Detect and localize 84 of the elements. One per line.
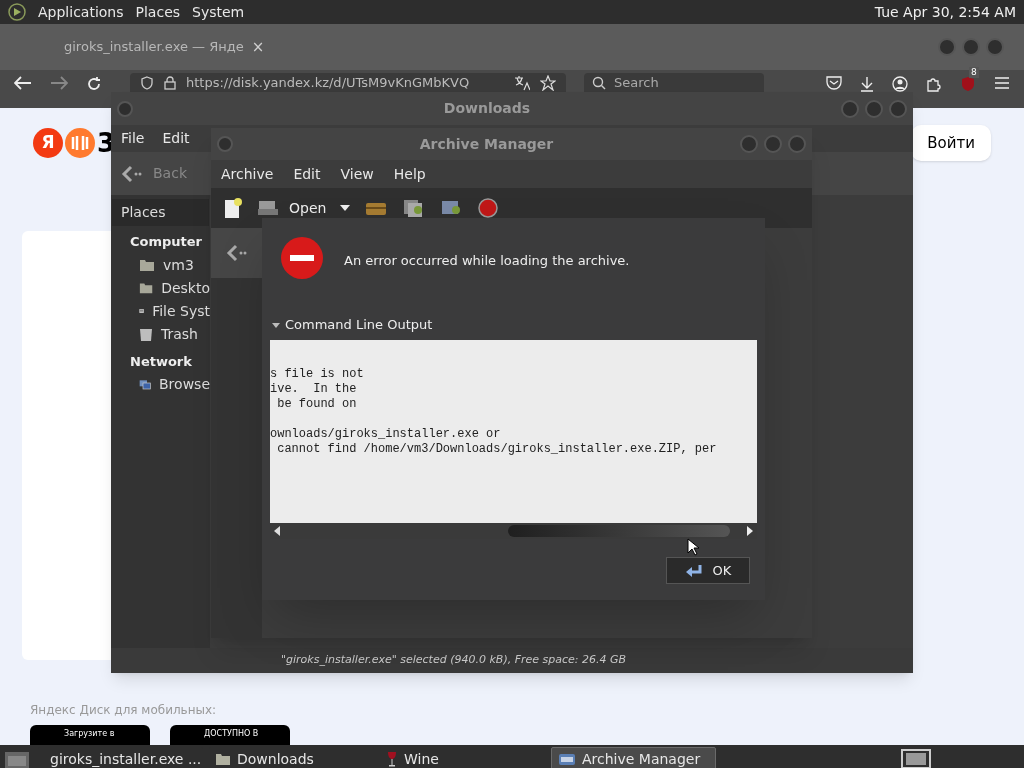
panel-menu[interactable]: Applications <box>38 1 124 23</box>
shield-icon <box>140 75 154 90</box>
reload-icon[interactable] <box>86 76 102 92</box>
menu-item[interactable]: Edit <box>162 128 190 149</box>
folder-icon[interactable] <box>257 199 279 217</box>
sidebar-section-title: Computer <box>129 233 204 251</box>
tab-close[interactable]: × <box>251 35 265 59</box>
window-title: Downloads <box>442 99 532 118</box>
back-arrow-icon[interactable] <box>121 164 143 183</box>
stop-icon[interactable] <box>478 198 499 218</box>
menu-item[interactable]: Archive <box>221 163 274 185</box>
mouse-pointer-icon <box>687 538 699 556</box>
sidebar-item[interactable]: File Syst <box>111 299 210 323</box>
clock[interactable]: Tue Apr 30, 2:54 AM <box>874 1 1016 23</box>
launcher-icon[interactable] <box>8 3 26 21</box>
new-document-icon[interactable] <box>223 197 243 219</box>
taskbar-label: giroks_installer.exe ... <box>50 749 202 768</box>
taskbar-button[interactable]: Archive Manager <box>551 747 716 768</box>
scroll-left-icon[interactable] <box>274 526 280 536</box>
menu-icon[interactable] <box>994 76 1010 90</box>
output-line: cannot find /home/vm3/Downloads/giroks_installer.exe.ZIP, per <box>276 442 718 457</box>
folder-icon <box>215 752 231 766</box>
store-badge[interactable]: ДОСТУПНО В <box>170 725 290 745</box>
sidebar-item[interactable]: Deskto <box>111 276 210 300</box>
scrollbar-thumb[interactable] <box>508 525 730 537</box>
addon-count: 8 <box>969 67 979 78</box>
caret-icon[interactable] <box>340 205 351 211</box>
menu-item[interactable]: View <box>340 163 374 185</box>
wine-glass-icon <box>386 751 398 767</box>
browser-tab[interactable]: giroks_installer.exe — Янде × <box>50 30 270 64</box>
open-button[interactable]: Open <box>289 197 327 219</box>
puzzle-icon[interactable] <box>926 76 942 92</box>
menu-item[interactable]: Help <box>393 163 426 185</box>
ok-button[interactable]: OK <box>666 557 750 584</box>
window-icon[interactable] <box>900 748 932 768</box>
output-line: be found on <box>276 397 358 412</box>
mobile-caption: Яндекс Диск для мобильных: <box>30 702 218 719</box>
search-icon <box>592 75 606 90</box>
sidebar-section-title: Network <box>129 352 193 371</box>
pocket-icon[interactable] <box>826 76 842 90</box>
sidebar-header: Places <box>112 199 209 226</box>
output-line: ownloads/giroks_installer.exe or <box>270 427 502 442</box>
forward-arrow-icon[interactable] <box>50 76 68 90</box>
trash-icon <box>139 326 153 342</box>
panel-menu[interactable]: Places <box>135 1 181 23</box>
expander-arrow-icon <box>272 321 280 329</box>
taskbar-label: Wine <box>404 749 439 768</box>
panel-menu[interactable]: System <box>192 1 245 23</box>
logo-badge: Я <box>33 128 63 158</box>
archive-icon <box>558 751 576 767</box>
folder-icon <box>139 258 155 272</box>
sidebar-item[interactable]: Trash <box>111 322 210 346</box>
tab-title: giroks_installer.exe — Янде <box>64 38 244 57</box>
star-icon[interactable] <box>540 74 556 91</box>
menu-item[interactable]: Edit <box>293 163 321 185</box>
url-field[interactable]: https://disk.yandex.kz/d/UTsM9vKnGMbKVQ <box>130 73 566 92</box>
sidebar-item[interactable]: Browse <box>111 373 210 396</box>
taskbar-label: Downloads <box>237 749 314 768</box>
output-text-area[interactable]: s file is not ive. In the be found on ownloads/giroks_installer.exe or cannot find /home/vm3/Downloads/giroks_installer.exe.ZIP, per <box>270 340 757 523</box>
error-message: An error occurred while loading the archive. <box>344 252 630 270</box>
output-line: s file is not <box>270 367 365 382</box>
translate-icon[interactable] <box>514 74 530 91</box>
logo-icon <box>65 128 95 158</box>
folder-icon <box>139 281 154 295</box>
status-text: "giroks_installer.exe" selected (940.0 kB), Free space: 26.4 GB <box>280 652 627 669</box>
lock-icon <box>164 75 176 90</box>
taskbar-label: Archive Manager <box>582 749 701 768</box>
url-text: https://disk.yandex.kz/d/UTsM9vKnGMbKVQ <box>186 73 471 92</box>
login-button[interactable]: Войти <box>911 125 991 161</box>
download-icon[interactable] <box>860 76 874 92</box>
search-input[interactable]: Search <box>614 74 744 91</box>
menu-item[interactable]: File <box>121 128 145 149</box>
scroll-right-icon[interactable] <box>747 526 753 536</box>
back-arrow-icon[interactable] <box>225 244 248 262</box>
sidebar-item[interactable]: vm3 <box>111 253 210 277</box>
output-expander[interactable]: Command Line Output <box>270 310 757 340</box>
back-arrow-icon[interactable] <box>14 76 32 90</box>
window-title: Archive Manager <box>418 134 555 154</box>
search-field[interactable]: Search <box>584 73 764 92</box>
error-icon <box>280 236 324 280</box>
store-badge[interactable]: Загрузите в <box>30 725 150 745</box>
output-line: ive. In the <box>270 382 358 397</box>
enter-icon <box>684 563 703 578</box>
account-icon[interactable] <box>892 76 908 92</box>
